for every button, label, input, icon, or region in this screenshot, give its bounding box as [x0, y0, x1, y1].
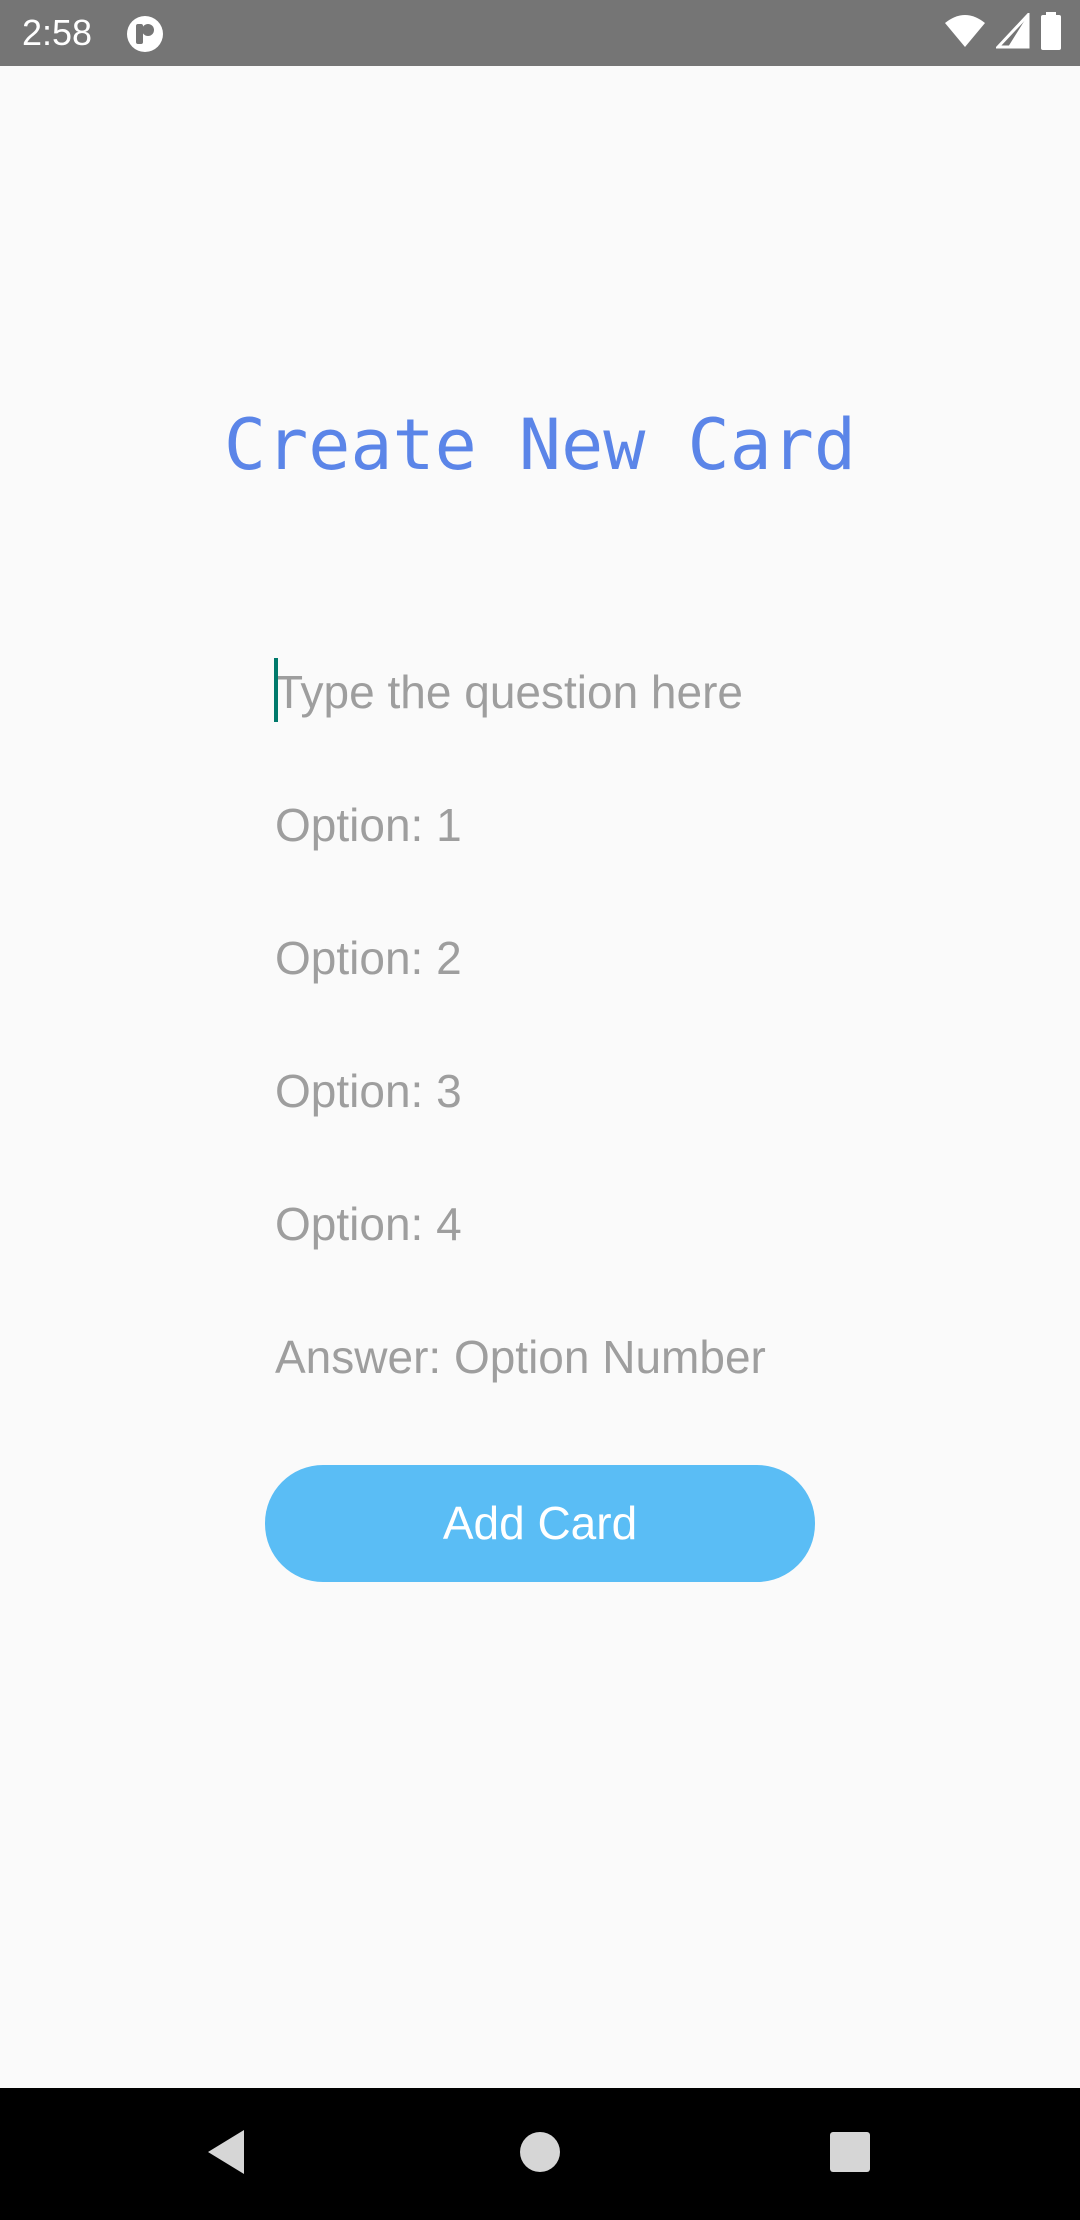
back-button[interactable]: [166, 2088, 286, 2220]
nav-bar: [0, 2088, 1080, 2220]
add-card-button[interactable]: Add Card: [265, 1465, 815, 1582]
question-input[interactable]: Type the question here: [275, 652, 835, 732]
recents-button[interactable]: [790, 2088, 910, 2220]
option-2-input[interactable]: Option: 2: [275, 918, 835, 998]
cell-signal-icon: [994, 10, 1030, 54]
option-3-input[interactable]: Option: 3: [275, 1051, 835, 1131]
wifi-icon: [944, 13, 986, 54]
home-icon: [519, 2131, 561, 2178]
status-bar: 2:58: [0, 0, 1080, 66]
battery-icon: [1040, 11, 1062, 55]
back-icon: [204, 2128, 248, 2181]
option-1-input[interactable]: Option: 1: [275, 785, 835, 865]
status-time: 2:58: [22, 12, 93, 53]
text-cursor: [274, 658, 278, 722]
option-4-input[interactable]: Option: 4: [275, 1184, 835, 1264]
page-title: Create New Card: [223, 404, 857, 486]
answer-input[interactable]: Answer: Option Number: [275, 1317, 835, 1397]
app-notification-icon: [126, 15, 164, 53]
status-icons: [944, 10, 1062, 55]
recents-icon: [830, 2131, 870, 2177]
home-button[interactable]: [480, 2088, 600, 2220]
